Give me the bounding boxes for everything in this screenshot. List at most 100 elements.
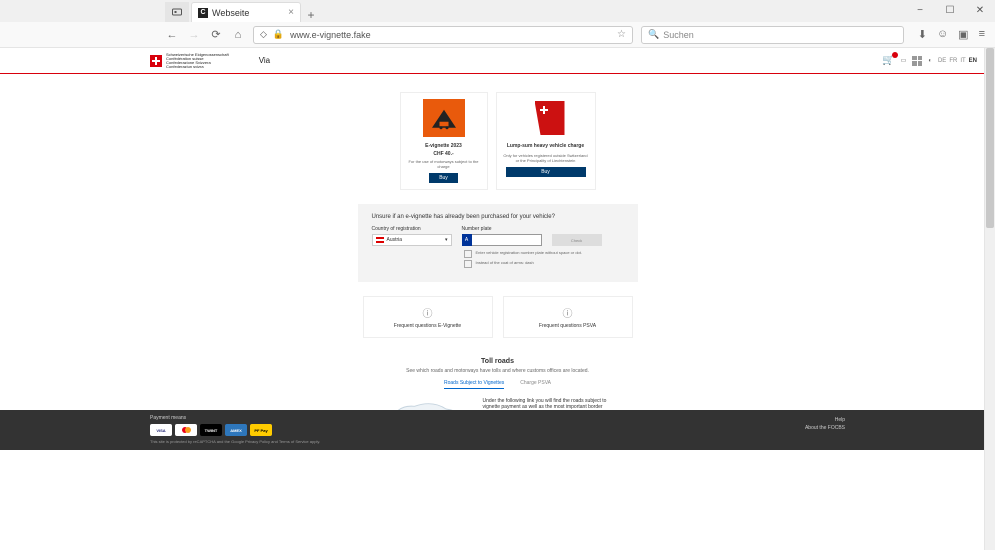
check-panel: Unsure if an e-vignette has already been…	[358, 204, 638, 282]
coat-hint-icon	[464, 260, 472, 268]
faq-psva[interactable]: ⓘ Frequent questions PSVA	[503, 296, 633, 338]
screen-icon[interactable]: ▭	[901, 57, 907, 64]
container-icon	[171, 6, 183, 18]
info-icon: ⓘ	[563, 305, 573, 320]
austria-flag-icon	[376, 237, 384, 243]
window-minimize[interactable]: −	[905, 0, 935, 20]
favicon: C	[198, 8, 208, 18]
check-heading: Unsure if an e-vignette has already been…	[372, 214, 624, 220]
buy-lumpsum-button[interactable]: Buy	[506, 167, 586, 177]
back-button[interactable]: ←	[165, 29, 179, 41]
container-tab-icon[interactable]	[165, 2, 189, 22]
mastercard-icon	[175, 424, 197, 436]
url-field[interactable]: ◇ 🔒 www.e-vignette.fake ☆	[253, 26, 633, 44]
plate-hint-icon	[464, 250, 472, 258]
hint-row: Instead of the coat of arms: dash	[464, 260, 624, 268]
lang-it[interactable]: IT	[960, 58, 965, 64]
home-button[interactable]: ⌂	[231, 29, 245, 41]
hints: Enter vehicle registration number plate …	[464, 250, 624, 268]
reload-button[interactable]: ⟳	[209, 28, 223, 41]
bookmark-star-icon[interactable]: ☆	[617, 29, 626, 40]
forward-button[interactable]: →	[187, 29, 201, 41]
extensions-icon[interactable]: ▣	[958, 28, 968, 41]
tab-roads-vignette[interactable]: Roads Subject to Vignettes	[444, 380, 504, 389]
tab-close-icon[interactable]: ×	[288, 7, 294, 18]
card-title: E-vignette 2023	[425, 143, 462, 149]
site-header: Schweizerische Eidgenossenschaft Confédé…	[0, 48, 995, 74]
check-button[interactable]: Check	[552, 234, 602, 246]
swiss-cross-icon	[150, 55, 162, 67]
menu-icon[interactable]: ≡	[979, 28, 985, 41]
footer-left: Payment means VISA TWINT AMEX PF Pay Thi…	[150, 415, 320, 444]
postfinance-icon: PF Pay	[250, 424, 272, 436]
tab-title: Webseite	[212, 8, 249, 18]
search-field[interactable]: 🔍 Suchen	[641, 26, 904, 44]
toolbar-right: ⬇ ☺ ▣ ≡	[918, 28, 985, 41]
header-actions: 🛒 ▭ ◐ DE FR IT EN	[882, 55, 977, 66]
country-label: Country of registration	[372, 226, 452, 232]
hint-text: Enter vehicle registration number plate …	[476, 250, 583, 255]
footer-about-link[interactable]: About the FOCBS	[805, 425, 845, 431]
card-desc: Only for vehicles registered outside Swi…	[503, 153, 589, 163]
new-tab-button[interactable]: +	[301, 8, 321, 22]
toll-title: Toll roads	[0, 358, 995, 365]
hint-row: Enter vehicle registration number plate …	[464, 250, 624, 258]
chevron-down-icon: ▾	[445, 237, 448, 243]
country-value: Austria	[387, 237, 403, 243]
lang-de[interactable]: DE	[938, 58, 946, 64]
address-bar: ← → ⟳ ⌂ ◇ 🔒 www.e-vignette.fake ☆ 🔍 Such…	[0, 22, 995, 48]
info-icon: ⓘ	[423, 305, 433, 320]
shield-icon: ◇	[260, 29, 267, 40]
apps-icon[interactable]	[912, 56, 922, 66]
browser-tab[interactable]: C Webseite ×	[191, 2, 301, 22]
faq-label: Frequent questions PSVA	[539, 323, 596, 329]
card-desc: For the use of motorways subject to the …	[407, 159, 481, 169]
faq-label: Frequent questions E-Vignette	[394, 323, 461, 329]
page: Schweizerische Eidgenossenschaft Confédé…	[0, 48, 995, 450]
check-form: Country of registration Austria ▾ Number…	[372, 226, 624, 246]
account-icon[interactable]: ☺	[937, 28, 948, 41]
footer-help-link[interactable]: Help	[805, 417, 845, 423]
payment-row: VISA TWINT AMEX PF Pay	[150, 424, 320, 436]
scrollbar-thumb[interactable]	[986, 48, 994, 228]
url-text: www.e-vignette.fake	[290, 30, 371, 40]
plate-input[interactable]	[472, 234, 542, 246]
cart-button[interactable]: 🛒	[882, 55, 894, 66]
product-row: E-vignette 2023 CHF 40.- For the use of …	[0, 92, 995, 190]
language-switch: DE FR IT EN	[938, 58, 977, 64]
footer-note: This site is protected by reCAPTCHA and …	[150, 439, 320, 444]
plate-field: Number plate A	[462, 226, 542, 246]
card-price: CHF 40.-	[433, 151, 453, 157]
window-controls: − ☐ ✕	[905, 0, 995, 20]
tab-charge-psva[interactable]: Charge PSVA	[520, 380, 551, 389]
payment-label: Payment means	[150, 415, 320, 421]
contrast-icon[interactable]: ◐	[928, 58, 932, 64]
lang-fr[interactable]: FR	[949, 58, 957, 64]
confederation-text: Schweizerische Eidgenossenschaft Confédé…	[166, 53, 229, 69]
window-maximize[interactable]: ☐	[935, 0, 965, 20]
vertical-scrollbar[interactable]	[984, 48, 995, 550]
toll-tabs: Roads Subject to Vignettes Charge PSVA	[0, 380, 995, 389]
lang-en[interactable]: EN	[969, 58, 977, 64]
search-icon: 🔍	[648, 29, 659, 40]
country-select[interactable]: Austria ▾	[372, 234, 452, 246]
footer: Payment means VISA TWINT AMEX PF Pay Thi…	[0, 410, 995, 450]
plate-input-group: A	[462, 234, 542, 246]
plate-prefix: A	[462, 234, 472, 246]
check-action: Check	[552, 226, 602, 246]
toll-sub: See which roads and motorways have tolls…	[0, 368, 995, 374]
amex-icon: AMEX	[225, 424, 247, 436]
buy-evignette-button[interactable]: Buy	[429, 173, 458, 183]
tab-bar: C Webseite × +	[0, 0, 995, 22]
faq-evignette[interactable]: ⓘ Frequent questions E-Vignette	[363, 296, 493, 338]
evignette-tile-icon	[423, 99, 465, 137]
footer-right: Help About the FOCBS	[805, 415, 845, 433]
lock-icon: 🔒	[273, 29, 284, 40]
content: E-vignette 2023 CHF 40.- For the use of …	[0, 74, 995, 450]
hint-text: Instead of the coat of arms: dash	[476, 260, 534, 265]
faq-row: ⓘ Frequent questions E-Vignette ⓘ Freque…	[0, 296, 995, 338]
search-placeholder: Suchen	[663, 30, 694, 40]
window-close[interactable]: ✕	[965, 0, 995, 20]
confederation-logo: Schweizerische Eidgenossenschaft Confédé…	[150, 53, 229, 69]
download-icon[interactable]: ⬇	[918, 28, 927, 41]
